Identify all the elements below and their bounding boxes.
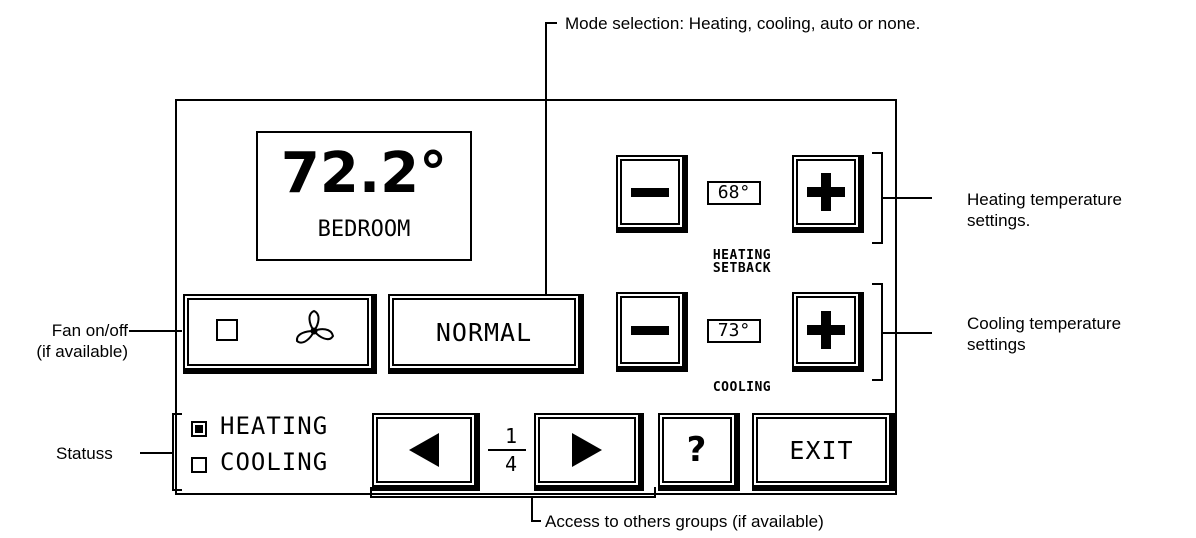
current-temperature: 72.2° <box>280 141 448 206</box>
cooling-status-checkbox <box>191 457 207 473</box>
fan-checkbox-icon <box>216 319 238 341</box>
fan-annotation: Fan on/off (if available) <box>10 320 128 362</box>
exit-label: EXIT <box>789 435 854 465</box>
mode-button[interactable]: NORMAL <box>388 294 584 374</box>
fraction-bar <box>488 449 526 451</box>
groups-bracket-horizontal <box>370 496 656 498</box>
fan-toggle-button[interactable] <box>183 294 377 374</box>
heating-label: HEATING SETBACK <box>692 249 792 275</box>
groups-leader-tick <box>531 520 541 522</box>
status-annotation: Statuss <box>56 444 113 463</box>
mode-leader-tick <box>545 22 557 24</box>
current-page: 1 <box>504 424 518 448</box>
cooling-settings-annotation: Cooling temperature settings <box>967 313 1121 355</box>
fan-annotation-line1: Fan on/off <box>51 321 128 340</box>
exit-button[interactable]: EXIT <box>752 413 895 491</box>
mode-selection-annotation: Mode selection: Heating, cooling, auto o… <box>565 14 921 33</box>
heating-setpoint: 68° <box>707 181 761 205</box>
help-button[interactable]: ? <box>658 413 740 491</box>
plus-icon <box>794 157 858 227</box>
heating-decrease-button[interactable] <box>616 155 688 233</box>
heating-settings-annotation: Heating temperature settings. <box>967 189 1122 231</box>
cooling-decrease-button[interactable] <box>616 292 688 372</box>
fan-annotation-line2: (if available) <box>36 342 128 361</box>
total-pages: 4 <box>504 452 518 476</box>
heating-increase-button[interactable] <box>792 155 864 233</box>
arrow-left-icon <box>374 415 474 485</box>
help-label: ? <box>686 430 708 470</box>
temperature-display: 72.2° BEDROOM <box>256 131 472 261</box>
room-name: BEDROOM <box>317 217 411 242</box>
fan-icon <box>289 306 339 356</box>
cooling-setpoint: 73° <box>707 319 761 343</box>
groups-annotation: Access to others groups (if available) <box>545 512 824 531</box>
arrow-right-icon <box>536 415 638 485</box>
status-leader <box>140 452 173 454</box>
groups-leader-vertical <box>531 497 533 522</box>
cooling-annotation-line2: settings <box>967 335 1026 354</box>
heating-label-line2: SETBACK <box>712 261 772 276</box>
cooling-annotation-line1: Cooling temperature <box>967 314 1122 333</box>
next-group-button[interactable] <box>534 413 644 491</box>
cooling-label: COOLING <box>712 380 772 395</box>
heating-status-checkbox <box>191 421 207 437</box>
minus-icon <box>618 294 682 366</box>
heating-annotation-line2: settings. <box>967 211 1031 230</box>
minus-icon <box>618 157 682 227</box>
mode-label: NORMAL <box>435 317 533 347</box>
cooling-increase-button[interactable] <box>792 292 864 372</box>
thermostat-screen: 72.2° BEDROOM 68° HEATING SETBACK 73° CO… <box>175 99 897 495</box>
previous-group-button[interactable] <box>372 413 480 491</box>
page-indicator: 1 4 <box>486 425 526 475</box>
heating-annotation-line1: Heating temperature <box>967 190 1122 209</box>
plus-icon <box>794 294 858 366</box>
cooling-status-label: COOLING <box>220 448 329 476</box>
heating-status-label: HEATING <box>220 412 329 440</box>
